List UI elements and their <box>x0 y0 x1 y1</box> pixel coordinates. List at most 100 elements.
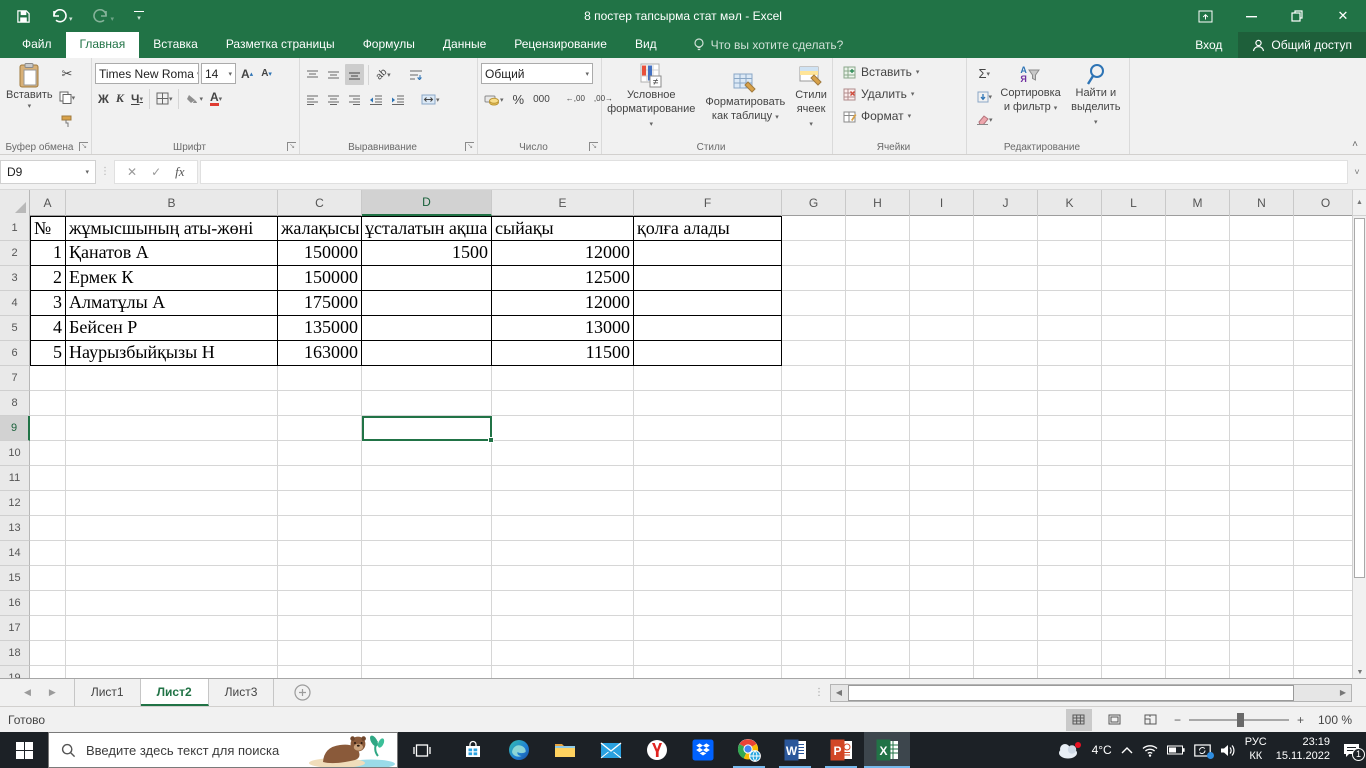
cell-H9[interactable] <box>846 416 910 441</box>
cell-I3[interactable] <box>910 266 974 291</box>
row-header-15[interactable]: 15 <box>0 566 30 591</box>
cell-J2[interactable] <box>974 241 1038 266</box>
orientation-button[interactable]: ab ▾ <box>373 64 394 85</box>
cell-C1[interactable]: жалақысы <box>278 216 362 241</box>
cell-E3[interactable]: 12500 <box>492 266 634 291</box>
cell-I6[interactable] <box>910 341 974 366</box>
cell-H12[interactable] <box>846 491 910 516</box>
cell-K12[interactable] <box>1038 491 1102 516</box>
cell-H14[interactable] <box>846 541 910 566</box>
cell-D18[interactable] <box>362 641 492 666</box>
fill-button[interactable]: ▾ <box>973 86 996 107</box>
cell-D11[interactable] <box>362 466 492 491</box>
cell-E17[interactable] <box>492 616 634 641</box>
cell-F3[interactable] <box>634 266 782 291</box>
cell-O4[interactable] <box>1294 291 1352 316</box>
cell-M13[interactable] <box>1166 516 1230 541</box>
cell-N7[interactable] <box>1230 366 1294 391</box>
insert-cells-button[interactable]: Вставить ▾ <box>843 61 963 83</box>
cell-A4[interactable]: 3 <box>30 291 66 316</box>
row-header-6[interactable]: 6 <box>0 341 30 366</box>
cell-B17[interactable] <box>66 616 278 641</box>
tab-file[interactable]: Файл <box>8 32 66 58</box>
cell-K2[interactable] <box>1038 241 1102 266</box>
cell-O12[interactable] <box>1294 491 1352 516</box>
column-header-E[interactable]: E <box>492 190 634 216</box>
cell-G5[interactable] <box>782 316 846 341</box>
taskbar-app-dropbox[interactable] <box>680 732 726 768</box>
tab-data[interactable]: Данные <box>429 32 500 58</box>
redo-button[interactable]: ▾ <box>92 9 114 23</box>
cell-B3[interactable]: Ермек К <box>66 266 278 291</box>
cell-G13[interactable] <box>782 516 846 541</box>
cell-C14[interactable] <box>278 541 362 566</box>
sheet-tab-list1[interactable]: Лист1 <box>74 679 141 706</box>
cell-E15[interactable] <box>492 566 634 591</box>
cell-O6[interactable] <box>1294 341 1352 366</box>
cell-D14[interactable] <box>362 541 492 566</box>
cell-D19[interactable] <box>362 666 492 678</box>
cell-D2[interactable]: 1500 <box>362 241 492 266</box>
cell-C12[interactable] <box>278 491 362 516</box>
cell-A2[interactable]: 1 <box>30 241 66 266</box>
cell-A6[interactable]: 5 <box>30 341 66 366</box>
cell-D5[interactable] <box>362 316 492 341</box>
tab-review[interactable]: Рецензирование <box>500 32 621 58</box>
cell-L5[interactable] <box>1102 316 1166 341</box>
font-color-button[interactable]: А ▾ <box>207 88 225 109</box>
autosum-button[interactable]: Σ ▾ <box>973 63 996 84</box>
cell-B12[interactable] <box>66 491 278 516</box>
cell-K13[interactable] <box>1038 516 1102 541</box>
cell-B19[interactable] <box>66 666 278 678</box>
restore-button[interactable] <box>1274 0 1320 32</box>
page-layout-view-button[interactable] <box>1102 709 1128 731</box>
cell-N5[interactable] <box>1230 316 1294 341</box>
align-left-button[interactable] <box>303 89 322 110</box>
cell-G8[interactable] <box>782 391 846 416</box>
cell-D7[interactable] <box>362 366 492 391</box>
zoom-slider[interactable] <box>1188 712 1289 727</box>
cell-G10[interactable] <box>782 441 846 466</box>
cell-O1[interactable] <box>1294 216 1352 241</box>
cell-C18[interactable] <box>278 641 362 666</box>
undo-dropdown-icon[interactable]: ▾ <box>69 15 73 23</box>
cell-L19[interactable] <box>1102 666 1166 678</box>
cell-F15[interactable] <box>634 566 782 591</box>
scroll-down-icon[interactable]: ▼ <box>1353 669 1366 676</box>
cell-I13[interactable] <box>910 516 974 541</box>
font-size-combo[interactable]: 14 ▾ <box>201 63 236 84</box>
decrease-indent-button[interactable] <box>366 89 386 110</box>
cell-M17[interactable] <box>1166 616 1230 641</box>
cell-F17[interactable] <box>634 616 782 641</box>
cell-D3[interactable] <box>362 266 492 291</box>
cell-M19[interactable] <box>1166 666 1230 678</box>
cell-B7[interactable] <box>66 366 278 391</box>
cell-L12[interactable] <box>1102 491 1166 516</box>
horizontal-scrollbar[interactable]: ◀ ▶ <box>830 683 1352 702</box>
cell-F6[interactable] <box>634 341 782 366</box>
cell-H8[interactable] <box>846 391 910 416</box>
cell-F11[interactable] <box>634 466 782 491</box>
cell-I11[interactable] <box>910 466 974 491</box>
cell-F10[interactable] <box>634 441 782 466</box>
row-header-10[interactable]: 10 <box>0 441 30 466</box>
cell-L8[interactable] <box>1102 391 1166 416</box>
row-header-2[interactable]: 2 <box>0 241 30 266</box>
cell-J1[interactable] <box>974 216 1038 241</box>
cell-E7[interactable] <box>492 366 634 391</box>
cell-B9[interactable] <box>66 416 278 441</box>
cell-E10[interactable] <box>492 441 634 466</box>
cell-H5[interactable] <box>846 316 910 341</box>
cell-M18[interactable] <box>1166 641 1230 666</box>
cell-M9[interactable] <box>1166 416 1230 441</box>
sign-in-button[interactable]: Вход <box>1179 38 1238 52</box>
share-button[interactable]: Общий доступ <box>1238 32 1366 58</box>
cell-M5[interactable] <box>1166 316 1230 341</box>
hidden-icons-chevron[interactable] <box>1121 746 1133 754</box>
cell-J13[interactable] <box>974 516 1038 541</box>
cell-J10[interactable] <box>974 441 1038 466</box>
tell-me-box[interactable]: Что вы хотите сделать? <box>693 32 843 58</box>
cell-C10[interactable] <box>278 441 362 466</box>
cell-L11[interactable] <box>1102 466 1166 491</box>
cell-H18[interactable] <box>846 641 910 666</box>
